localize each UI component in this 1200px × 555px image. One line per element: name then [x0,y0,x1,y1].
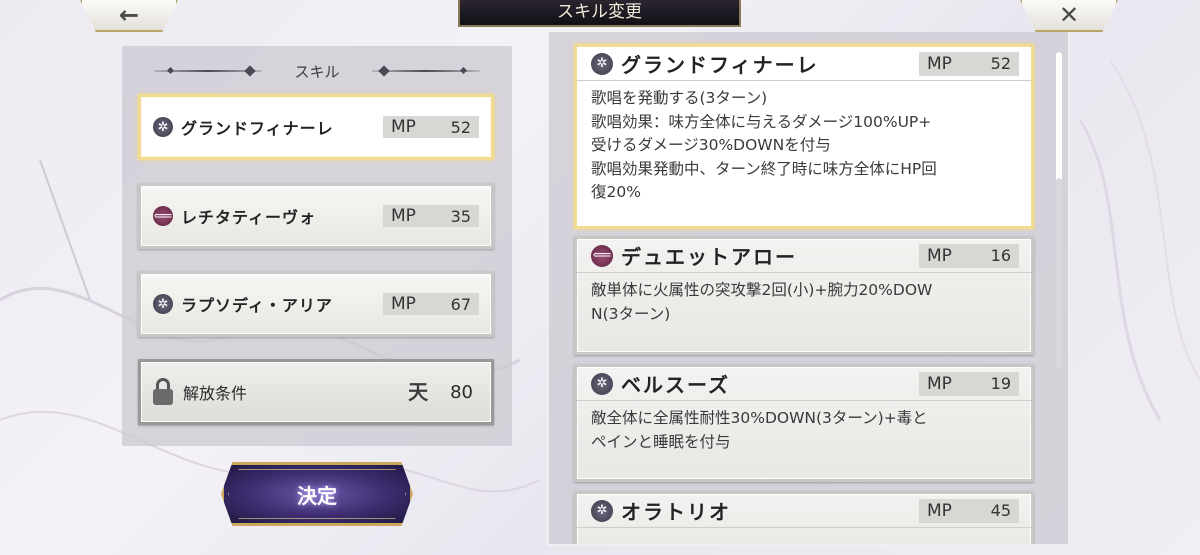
star-icon: ✲ [591,52,613,75]
unlock-level: 80 [450,381,473,403]
close-button[interactable]: ✕ [1020,0,1118,32]
skill-detail-header: ✲ グランドフィナーレ MP 52 [577,47,1031,81]
skill-detail-header: ⟸ デュエットアロー MP 16 [577,239,1031,273]
arrow-icon: ⟸ [153,206,173,226]
star-icon: ✲ [591,499,613,522]
arrow-icon: ⟸ [591,244,613,267]
skill-slot-1[interactable]: ✲ グランドフィナーレ MP 52 [138,94,494,160]
mp-cost: MP 16 [919,243,1019,268]
mp-cost: MP 19 [919,371,1019,396]
skill-name: オラトリオ [621,500,731,524]
skill-slot-panel: スキル ✲ グランドフィナーレ MP 52 ⟸ レチタティーヴォ MP 35 ✲… [122,46,512,446]
skill-detail-header: ✲ オラトリオ MP 45 [577,494,1031,528]
heading-ornament-right [372,70,480,72]
unlock-condition-label: 解放条件 [183,384,248,403]
skill-detail-card[interactable]: ✲ グランドフィナーレ MP 52 歌唱を発動する(3ターン) 歌唱効果：味方全… [574,44,1034,229]
skill-detail-card[interactable]: ⟸ デュエットアロー MP 16 敵単体に火属性の突攻撃2回(小)+腕力20%D… [574,236,1034,355]
page-title: スキル変更 [458,0,741,27]
mp-cost: MP 45 [919,498,1019,523]
skill-description: 敵単体に火属性の突攻撃2回(小)+腕力20%DOW N(3ターン) [591,281,933,323]
scrollbar[interactable] [1056,52,1062,368]
lock-icon [153,378,173,406]
rank-icon: 天 [408,380,429,404]
star-icon: ✲ [591,372,613,395]
skill-name: グランドフィナーレ [621,53,819,77]
mp-cost: MP 52 [919,51,1019,76]
scrollbar-thumb[interactable] [1056,178,1062,368]
back-arrow-icon: ← [118,1,140,29]
skill-detail-card[interactable]: ✲ オラトリオ MP 45 [574,491,1034,544]
mp-cost: MP 52 [383,116,479,138]
skill-name: ラプソディ・アリア [181,296,333,315]
skill-detail-header: ✲ ベルスーズ MP 19 [577,367,1031,401]
confirm-button[interactable]: 決定 [221,462,413,526]
mp-cost: MP 67 [383,293,479,315]
skill-name: ベルスーズ [621,373,730,397]
skill-name: デュエットアロー [621,245,797,269]
skill-description: 敵全体に全属性耐性30%DOWN(3ターン)+毒と ペインと睡眠を付与 [591,409,928,451]
skill-slot-3[interactable]: ✲ ラプソディ・アリア MP 67 [138,271,494,337]
skill-name: レチタティーヴォ [181,208,317,227]
skill-description: 歌唱を発動する(3ターン) 歌唱効果：味方全体に与えるダメージ100%UP+ 受… [591,89,937,201]
star-icon: ✲ [153,294,173,314]
skill-detail-card[interactable]: ✲ ベルスーズ MP 19 敵全体に全属性耐性30%DOWN(3ターン)+毒と … [574,364,1034,482]
skill-slot-2[interactable]: ⟸ レチタティーヴォ MP 35 [138,183,494,249]
locked-skill-slot[interactable]: 解放条件 天 80 [138,359,494,425]
close-icon: ✕ [1058,1,1080,29]
back-button[interactable]: ← [80,0,178,32]
star-icon: ✲ [153,117,173,137]
confirm-button-frame [228,469,406,519]
skill-list-panel[interactable]: ✲ グランドフィナーレ MP 52 歌唱を発動する(3ターン) 歌唱効果：味方全… [547,32,1070,546]
mp-cost: MP 35 [383,205,479,227]
skill-name: グランドフィナーレ [181,119,334,138]
